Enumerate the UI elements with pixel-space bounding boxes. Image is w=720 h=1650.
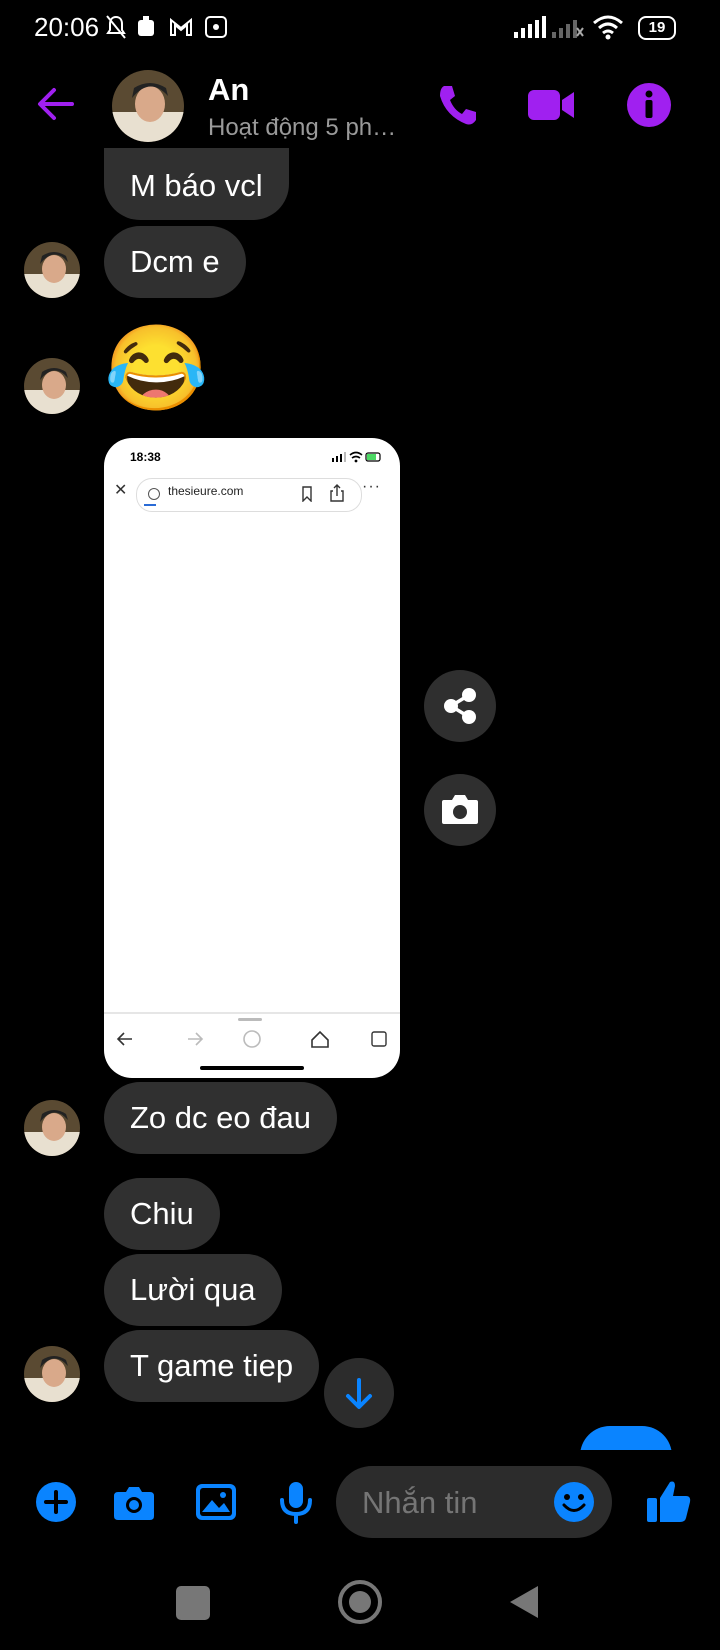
scroll-to-bottom-button[interactable] <box>324 1358 394 1428</box>
message-bubble[interactable]: M báo vcl <box>104 148 289 220</box>
camera-icon <box>442 795 478 824</box>
screen-icon <box>205 16 227 38</box>
screenshot-more-icon: ··· <box>362 478 381 495</box>
screenshot-handle <box>238 1018 262 1021</box>
screenshot-status-icons <box>332 451 381 463</box>
home-button[interactable] <box>336 1578 384 1626</box>
share-icon <box>444 688 476 724</box>
bell-off-icon <box>106 15 126 39</box>
screenshot-time: 18:38 <box>130 450 161 464</box>
back-arrow-icon[interactable] <box>34 82 78 126</box>
message-input[interactable] <box>360 1484 554 1522</box>
mic-icon[interactable] <box>272 1478 320 1526</box>
screenshot-progress <box>144 504 156 506</box>
own-message-bubble[interactable] <box>580 1426 672 1450</box>
like-icon[interactable] <box>644 1476 694 1526</box>
screenshot-close-icon: ✕ <box>114 482 128 499</box>
sender-avatar[interactable] <box>24 358 80 414</box>
battery-icon: 19 <box>638 16 676 40</box>
info-icon[interactable] <box>624 80 674 130</box>
message-bubble[interactable]: Zo dc eo đau <box>104 1082 337 1154</box>
message-bubble[interactable]: Chiu <box>104 1178 220 1250</box>
gmail-icon <box>170 17 192 36</box>
shared-screenshot-image[interactable]: 18:38 ✕ thesieure.com ··· <box>104 438 400 1078</box>
screenshot-home-indicator <box>200 1066 304 1070</box>
message-bubble[interactable]: Lười qua <box>104 1254 282 1326</box>
video-icon[interactable] <box>526 80 576 130</box>
back-button[interactable] <box>506 1582 542 1622</box>
screenshot-url-text: thesieure.com <box>168 484 244 498</box>
sender-avatar[interactable] <box>24 1100 80 1156</box>
contact-avatar[interactable] <box>112 70 184 142</box>
notification-icon <box>138 16 154 36</box>
signal-icon <box>514 16 546 38</box>
screenshot-loading-icon <box>148 488 160 500</box>
emoji-message[interactable]: 😂 <box>104 318 209 418</box>
plus-icon[interactable] <box>32 1478 80 1526</box>
signal-2-icon <box>552 20 584 38</box>
screenshot-bookmark-icon <box>302 486 312 502</box>
sender-avatar[interactable] <box>24 1346 80 1402</box>
save-photo-button[interactable] <box>424 774 496 846</box>
contact-activity-status: Hoạt động 5 phút... <box>208 114 408 141</box>
wifi-icon <box>593 15 623 40</box>
arrow-down-icon <box>346 1378 372 1409</box>
emoji-icon[interactable] <box>552 1480 596 1524</box>
contact-name[interactable]: An <box>208 72 249 108</box>
recent-apps-button[interactable] <box>176 1586 210 1620</box>
phone-icon[interactable] <box>432 80 482 130</box>
share-button[interactable] <box>424 670 496 742</box>
screenshot-nav-icons <box>116 1030 387 1048</box>
sender-avatar[interactable] <box>24 242 80 298</box>
screenshot-share-icon <box>330 484 344 502</box>
camera-icon[interactable] <box>110 1478 158 1526</box>
image-icon[interactable] <box>192 1478 240 1526</box>
status-time: 20:06 <box>34 12 100 42</box>
message-bubble[interactable]: Dcm e <box>104 226 246 298</box>
message-bubble[interactable]: T game tiep <box>104 1330 320 1402</box>
